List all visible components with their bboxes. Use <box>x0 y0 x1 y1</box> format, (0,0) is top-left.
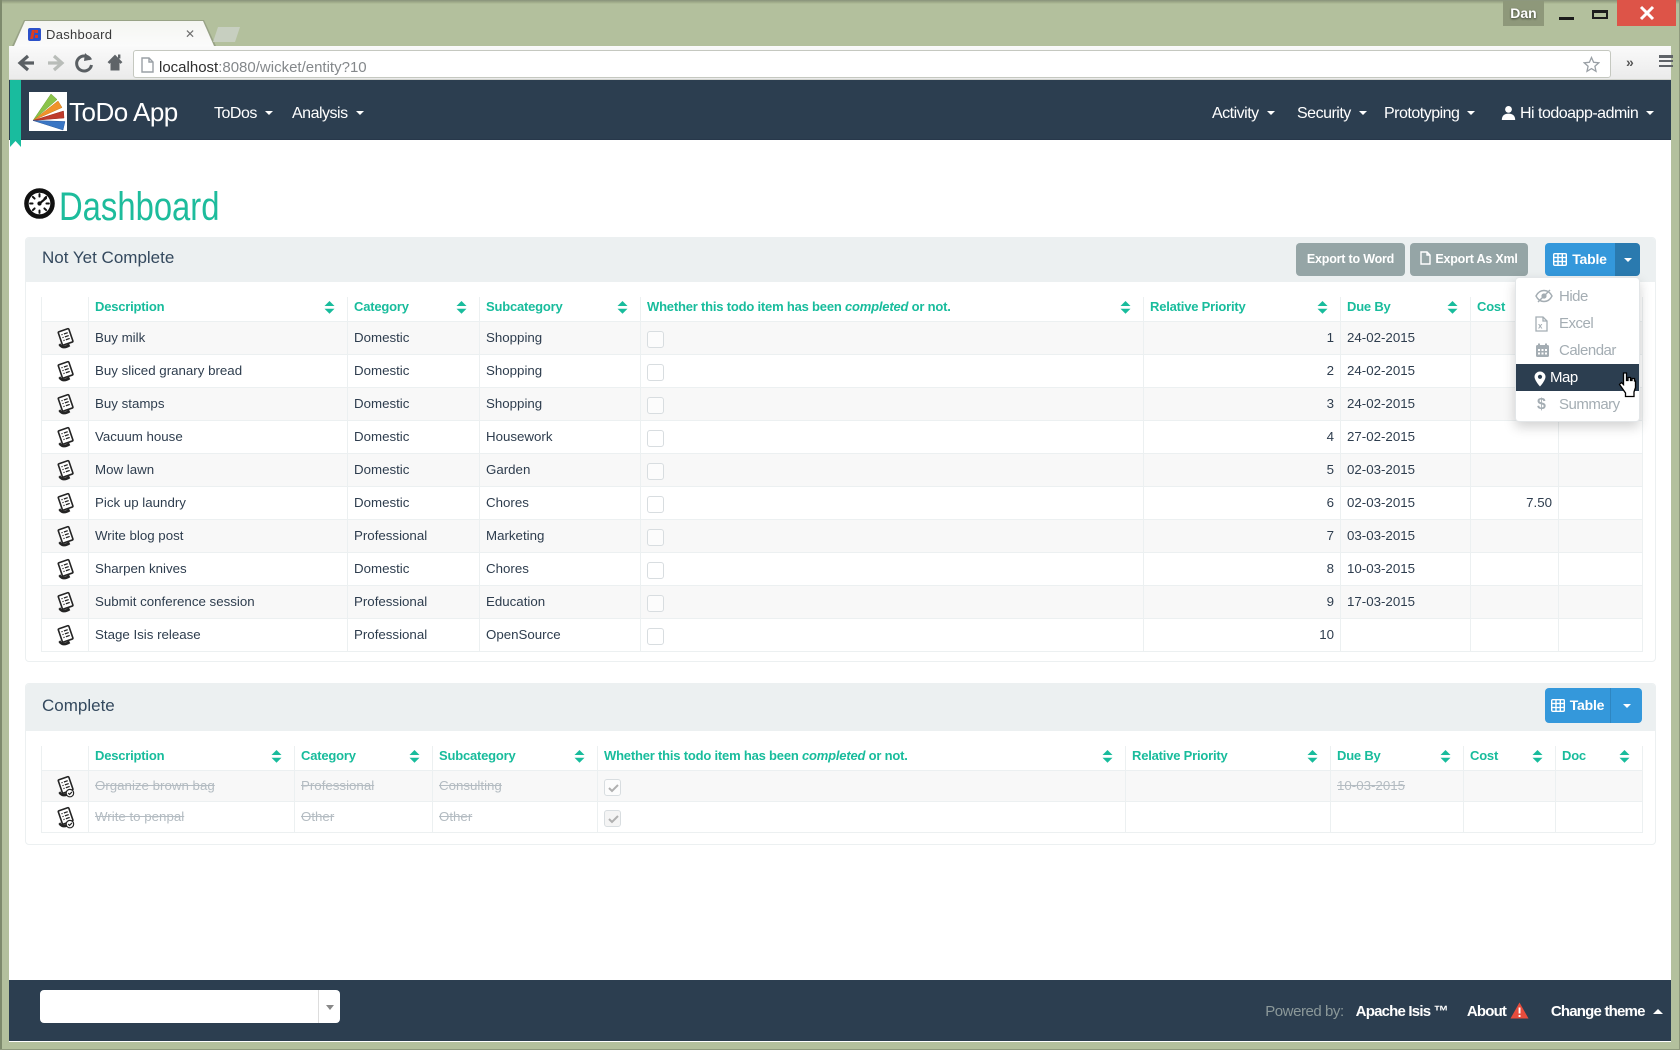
svg-text:x: x <box>1538 322 1543 331</box>
